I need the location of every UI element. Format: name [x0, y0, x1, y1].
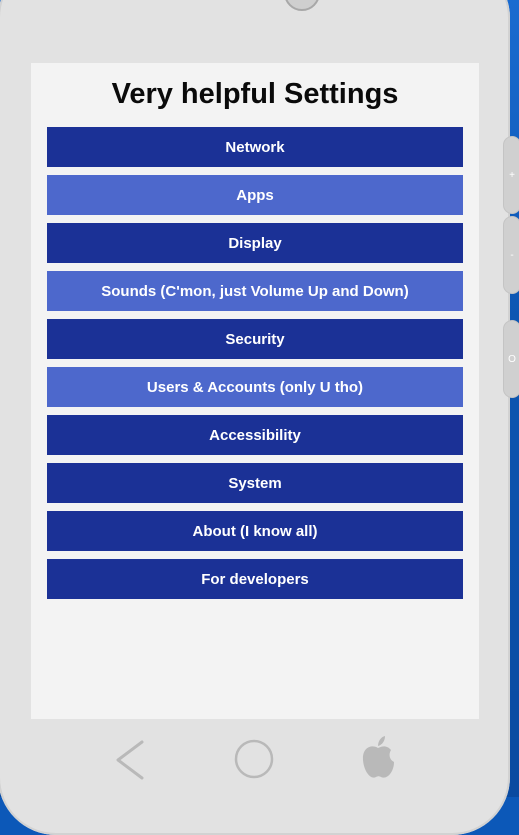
page-title: Very helpful Settings — [111, 78, 399, 110]
menu-item-accessibility[interactable]: Accessibility — [47, 415, 463, 455]
menu-item-about-i-know-all[interactable]: About (I know all) — [47, 511, 463, 551]
phone-screen: Very helpful Settings Network Apps Display… — [31, 63, 479, 719]
front-camera-icon — [284, 0, 320, 11]
back-chevron-icon[interactable] — [112, 730, 152, 786]
menu-item-apps[interactable]: Apps — [47, 175, 463, 215]
menu-item-sounds-c-mon-just-volume-up-and-down[interactable]: Sounds (C'mon, just Volume Up and Down) — [47, 271, 463, 311]
menu-item-for-developers[interactable]: For developers — [47, 559, 463, 599]
power-button[interactable]: O — [503, 320, 519, 398]
menu-item-users-accounts-only-u-tho[interactable]: Users & Accounts (only U tho) — [47, 367, 463, 407]
volume-up-button[interactable]: + — [503, 136, 519, 214]
menu-item-system[interactable]: System — [47, 463, 463, 503]
volume-down-button[interactable]: - — [503, 216, 519, 294]
apple-logo-icon[interactable] — [356, 730, 400, 786]
home-circle-icon[interactable] — [232, 730, 276, 786]
settings-menu: Network Apps Display Sounds (C'mon, just Vo… — [47, 127, 463, 607]
menu-item-display[interactable]: Display — [47, 223, 463, 263]
menu-item-security[interactable]: Security — [47, 319, 463, 359]
menu-item-network[interactable]: Network — [47, 127, 463, 167]
